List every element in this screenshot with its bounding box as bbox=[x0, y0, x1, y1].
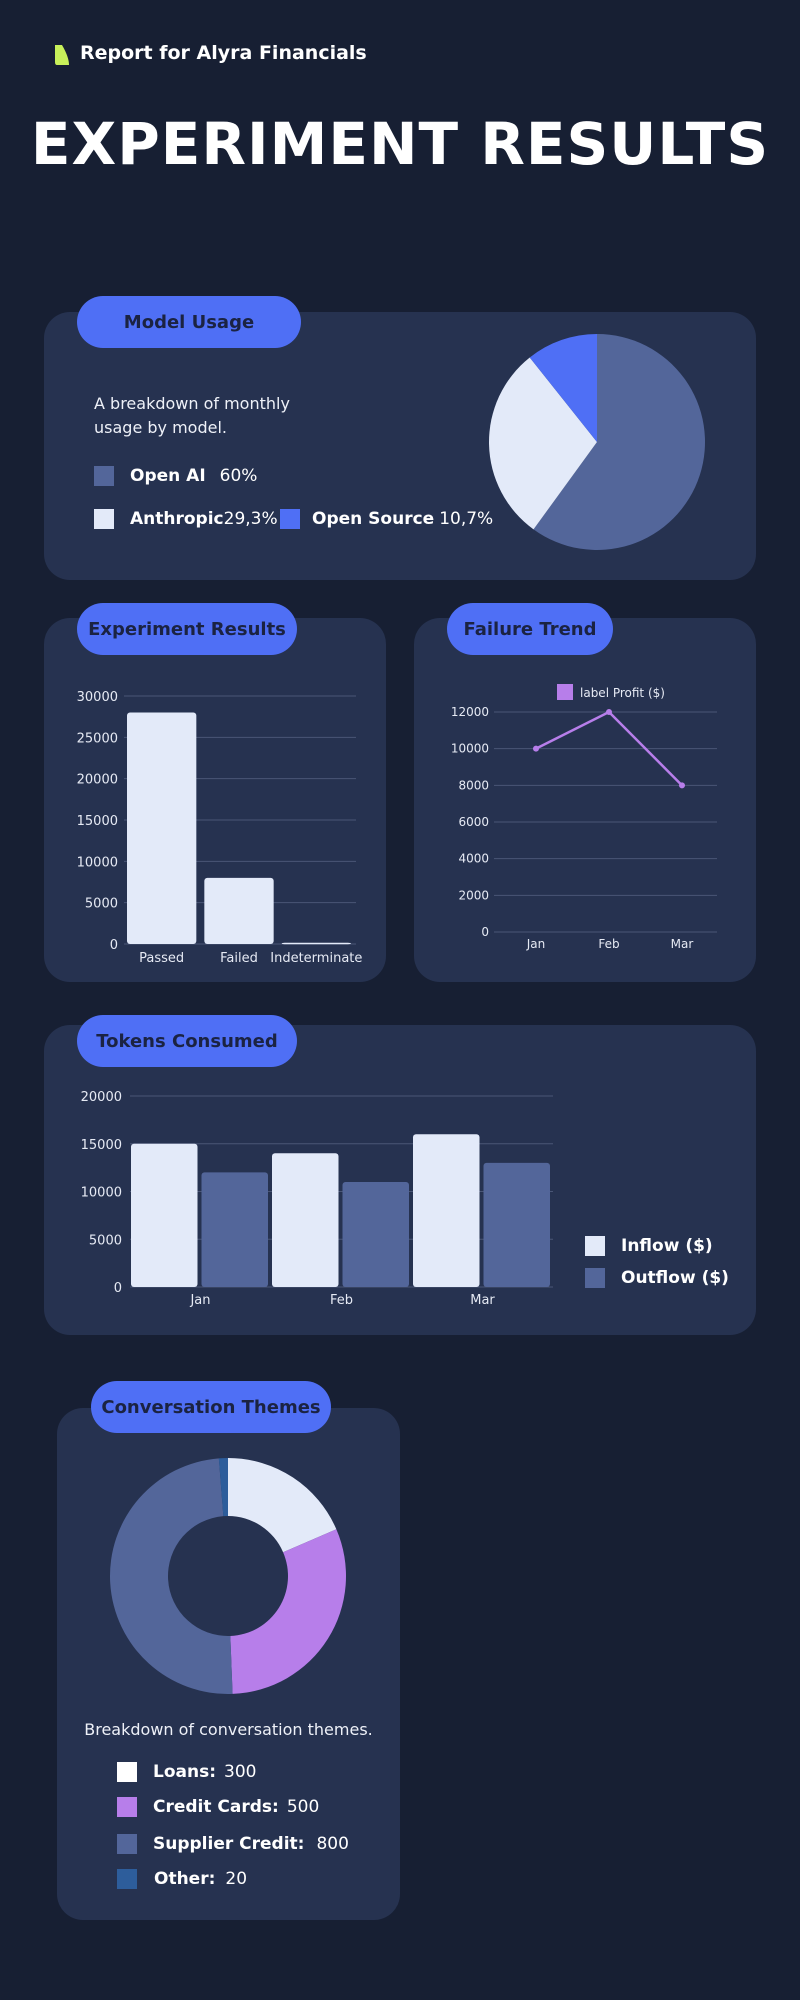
y-tick-label: 2000 bbox=[458, 888, 489, 902]
legend-label: Loans: bbox=[153, 1762, 217, 1782]
legend-item-open-ai: Open AI 60% bbox=[94, 466, 257, 486]
pie-slice-credit-cards bbox=[230, 1529, 346, 1694]
bar-jan-outflow bbox=[201, 1172, 268, 1287]
legend-value: 800 bbox=[316, 1834, 349, 1854]
legend-swatch bbox=[117, 1869, 137, 1889]
experiment-results-title: Experiment Results bbox=[77, 603, 297, 655]
model-usage-title: Model Usage bbox=[77, 296, 301, 348]
y-tick-label: 0 bbox=[110, 938, 118, 953]
data-point bbox=[533, 745, 539, 752]
legend-label: label Profit ($) bbox=[580, 686, 665, 700]
failure-trend-line-chart: 0 2000 4000 6000 8000 10000 12000 Jan Feb Mar labe… bbox=[451, 684, 717, 951]
y-tick-label: 5000 bbox=[85, 897, 118, 912]
x-tick-label: Indeterminate bbox=[270, 951, 362, 966]
data-point bbox=[606, 709, 612, 715]
x-tick-label: Feb bbox=[598, 937, 619, 951]
legend-label: Other: bbox=[154, 1869, 216, 1889]
legend-label: Credit Cards: bbox=[153, 1797, 279, 1817]
report-title: Report for Alyra Financials bbox=[80, 42, 367, 64]
data-point bbox=[679, 782, 685, 789]
legend-swatch bbox=[117, 1834, 137, 1854]
legend-label: Open AI bbox=[130, 466, 206, 486]
conversation-themes-donut-chart bbox=[110, 1458, 346, 1694]
bar-mar-inflow bbox=[413, 1134, 480, 1287]
y-tick-label: 15000 bbox=[77, 814, 118, 829]
bar-indeterminate bbox=[281, 942, 351, 945]
logo-icon bbox=[53, 43, 71, 71]
bar-jan-inflow bbox=[131, 1143, 198, 1287]
legend-swatch bbox=[280, 509, 300, 529]
page-title: EXPERIMENT RESULTS bbox=[30, 110, 770, 178]
x-tick-label: Jan bbox=[189, 1293, 210, 1308]
y-tick-label: 25000 bbox=[77, 731, 118, 746]
legend-swatch bbox=[585, 1268, 605, 1288]
x-tick-label: Mar bbox=[470, 1293, 495, 1308]
y-tick-label: 8000 bbox=[458, 778, 489, 792]
y-tick-label: 10000 bbox=[77, 855, 118, 870]
bar-feb-inflow bbox=[272, 1153, 339, 1287]
model-usage-description: A breakdown of monthly usage by model. bbox=[94, 392, 290, 440]
legend-value: 29,3% bbox=[223, 509, 278, 529]
legend-label: Open Source bbox=[312, 509, 435, 529]
y-tick-label: 30000 bbox=[77, 690, 118, 705]
tokens-consumed-bar-chart: 0 5000 10000 15000 20000 Jan Feb Mar bbox=[81, 1090, 553, 1308]
conversation-themes-description: Breakdown of conversation themes. bbox=[84, 1720, 373, 1739]
bar-feb-outflow bbox=[342, 1181, 409, 1287]
legend-value: 300 bbox=[224, 1762, 257, 1782]
model-usage-description-line1: A breakdown of monthly bbox=[94, 394, 290, 413]
y-tick-label: 0 bbox=[114, 1281, 122, 1296]
legend-swatch bbox=[117, 1762, 137, 1782]
bar-passed bbox=[127, 712, 197, 944]
bar-failed bbox=[204, 877, 274, 944]
legend-label: Supplier Credit: bbox=[153, 1834, 305, 1854]
legend-item-outflow: Outflow ($) bbox=[585, 1268, 729, 1288]
y-tick-label: 15000 bbox=[81, 1138, 122, 1153]
legend-swatch bbox=[585, 1236, 605, 1256]
pie-slice-supplier-credit bbox=[110, 1458, 233, 1694]
experiment-results-bar-chart: 0 5000 10000 15000 20000 25000 30000 Passed Fail… bbox=[77, 690, 363, 966]
legend-value: 500 bbox=[286, 1797, 320, 1817]
legend-item-open-source: Open Source 10,7% bbox=[280, 509, 493, 529]
model-usage-pie-chart bbox=[488, 334, 705, 550]
legend-item-inflow: Inflow ($) bbox=[585, 1236, 713, 1256]
legend-swatch bbox=[94, 509, 114, 529]
bar-mar-outflow bbox=[483, 1162, 550, 1287]
legend-label: Outflow ($) bbox=[621, 1268, 729, 1288]
tokens-consumed-title: Tokens Consumed bbox=[77, 1015, 297, 1067]
y-tick-label: 12000 bbox=[451, 705, 489, 719]
failure-trend-title: Failure Trend bbox=[447, 603, 613, 655]
legend-item-loans: Loans: 300 bbox=[117, 1762, 256, 1782]
y-tick-label: 20000 bbox=[81, 1090, 122, 1105]
legend-label: Inflow ($) bbox=[621, 1236, 713, 1256]
legend-item-other: Other: 20 bbox=[117, 1869, 247, 1889]
legend-item-credit-cards: Credit Cards: 500 bbox=[117, 1797, 319, 1817]
y-tick-label: 5000 bbox=[89, 1233, 122, 1248]
legend-swatch bbox=[117, 1797, 137, 1817]
y-tick-label: 20000 bbox=[77, 773, 118, 788]
legend-item-supplier-credit: Supplier Credit: 800 bbox=[117, 1834, 349, 1854]
x-tick-label: Failed bbox=[220, 951, 258, 966]
x-tick-label: Feb bbox=[330, 1293, 353, 1308]
y-tick-label: 6000 bbox=[458, 815, 489, 829]
conversation-themes-title: Conversation Themes bbox=[91, 1381, 331, 1433]
legend-swatch bbox=[557, 684, 573, 700]
x-tick-label: Passed bbox=[139, 951, 184, 966]
legend-swatch bbox=[94, 466, 114, 486]
legend-label: Anthropic bbox=[130, 509, 224, 529]
y-tick-label: 0 bbox=[481, 925, 489, 939]
y-tick-label: 4000 bbox=[458, 852, 489, 866]
legend-value: 60% bbox=[219, 466, 258, 486]
legend-item-anthropic: Anthropic 29,3% bbox=[94, 509, 278, 529]
y-tick-label: 10000 bbox=[81, 1186, 122, 1201]
x-tick-label: Jan bbox=[526, 937, 546, 951]
model-usage-description-line2: usage by model. bbox=[94, 418, 227, 437]
x-tick-label: Mar bbox=[671, 937, 694, 951]
y-tick-label: 10000 bbox=[451, 742, 489, 756]
legend-value: 20 bbox=[225, 1869, 248, 1889]
